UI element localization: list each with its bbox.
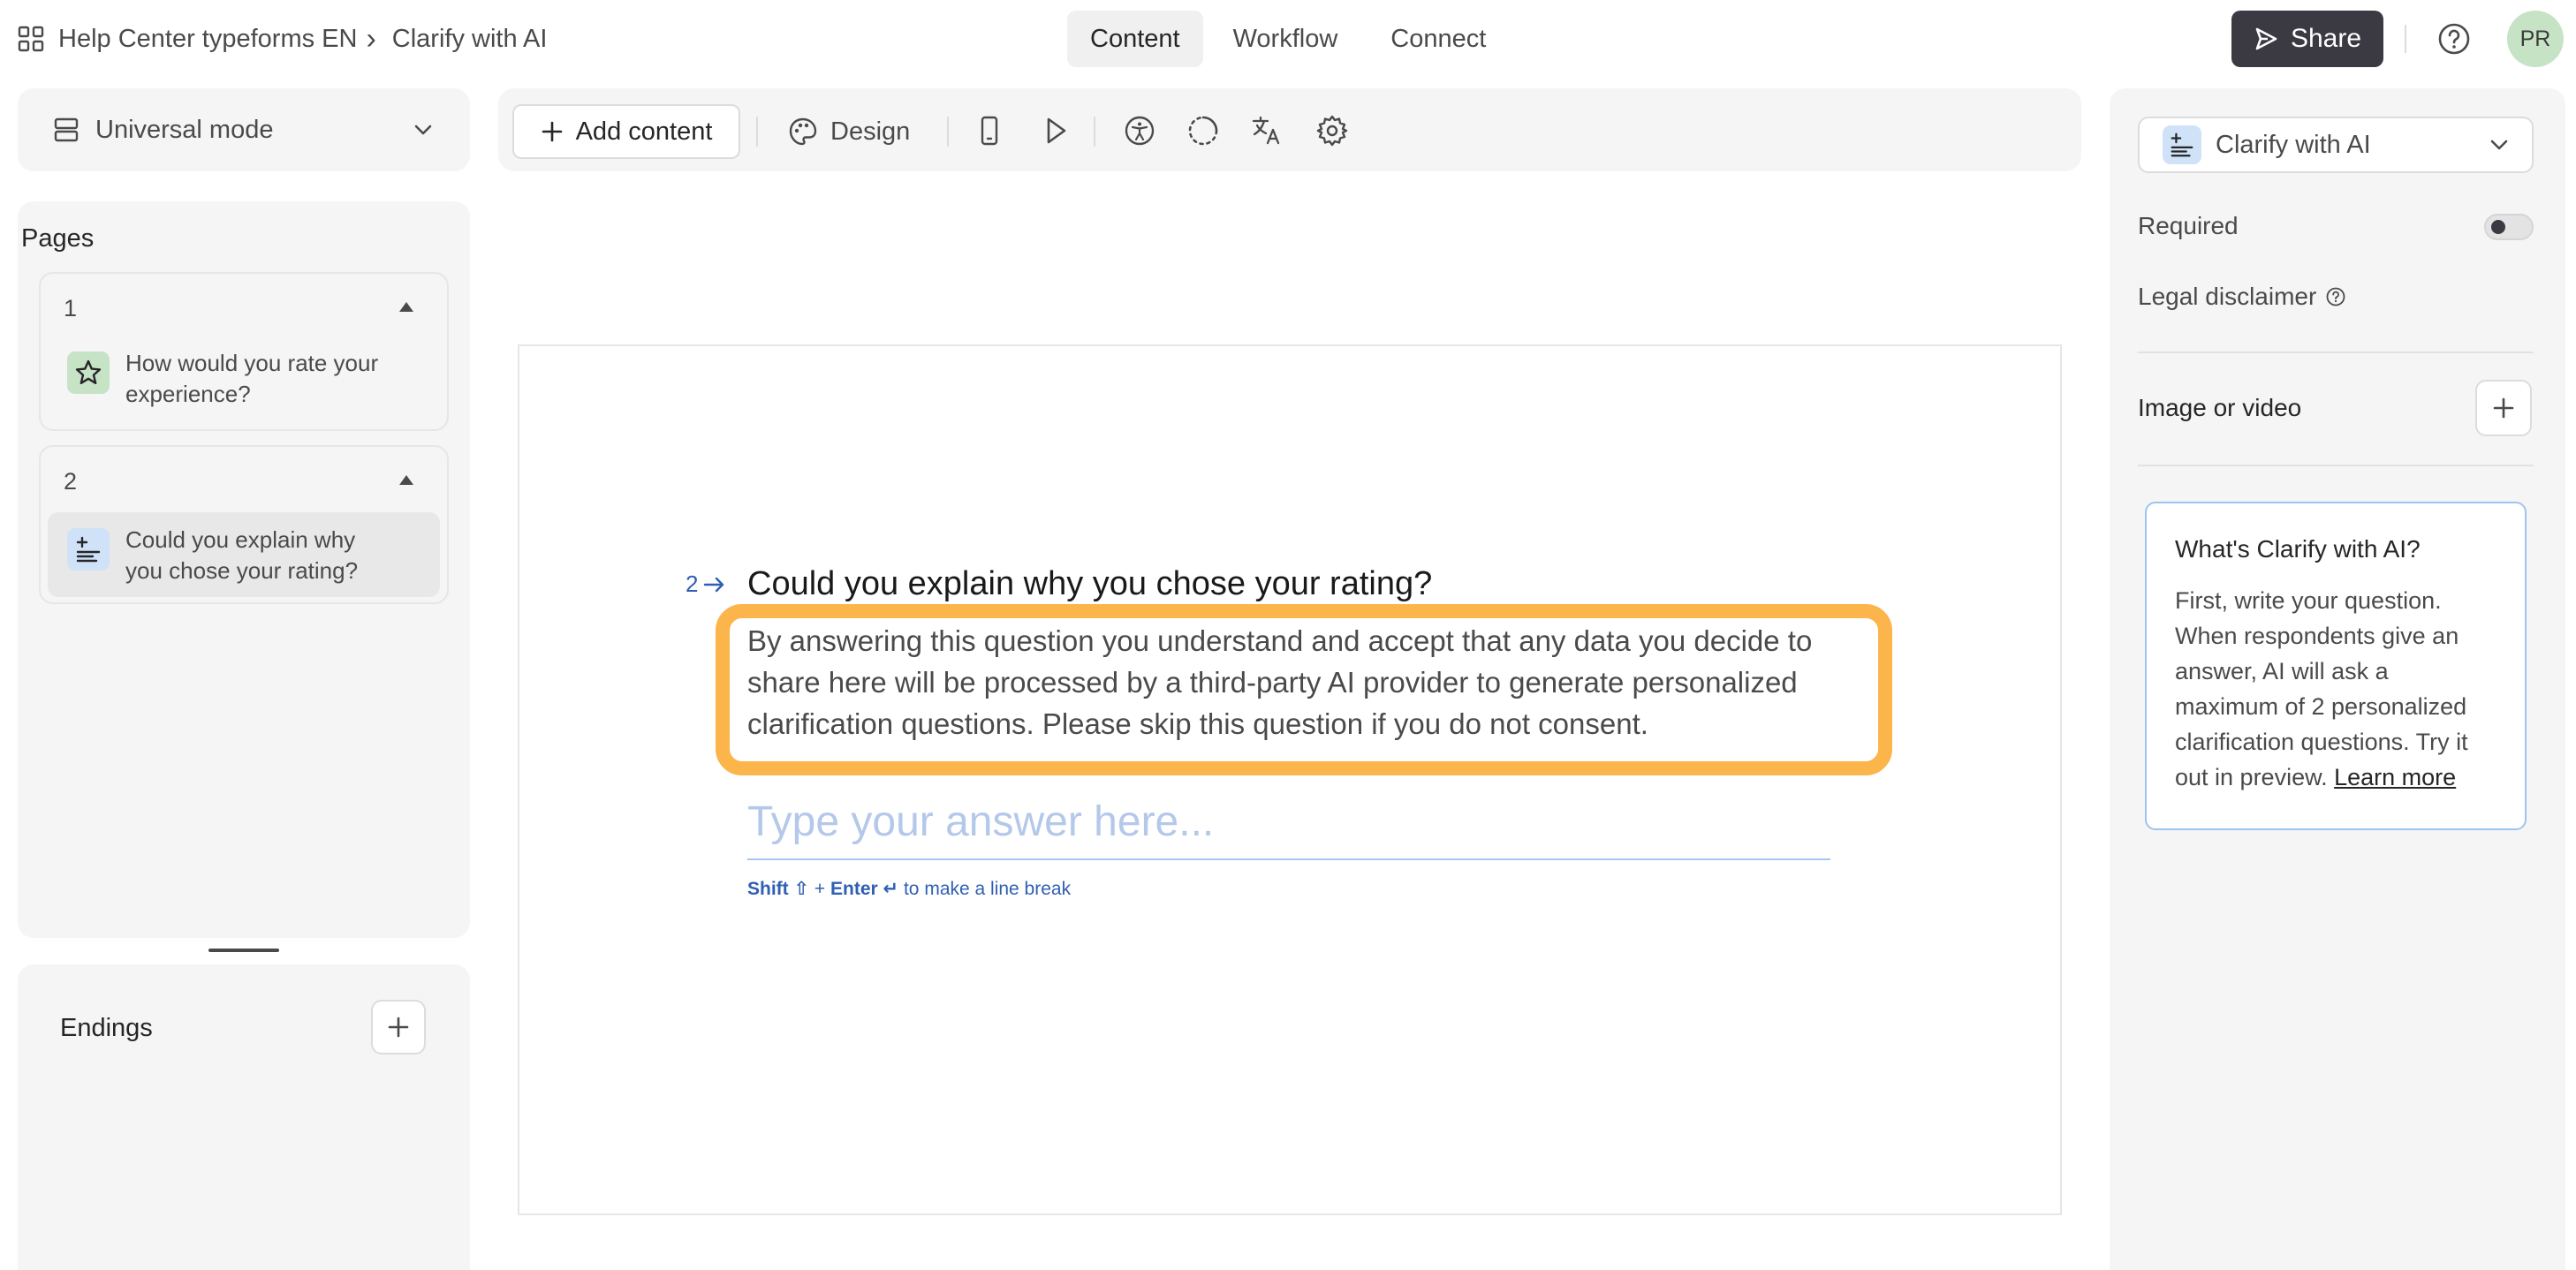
add-ending-button[interactable] — [371, 1000, 426, 1055]
info-help-icon[interactable] — [2325, 286, 2346, 307]
breadcrumb-separator: › — [366, 21, 376, 56]
header-divider — [2405, 25, 2406, 53]
ai-disclaimer-text: By answering this question you understan… — [747, 624, 1813, 740]
toggle-knob — [2491, 220, 2505, 234]
page-question-text: Could you explain why you chose your rat… — [125, 526, 359, 584]
avatar[interactable]: PR — [2507, 11, 2564, 67]
chevron-down-icon — [2488, 133, 2511, 156]
play-preview-icon[interactable] — [1037, 113, 1072, 148]
collapse-caret-icon[interactable] — [399, 475, 413, 485]
tab-workflow[interactable]: Workflow — [1210, 11, 1361, 67]
legal-disclaimer-row: Legal disclaimer — [2138, 283, 2346, 311]
collapse-caret-icon[interactable] — [399, 302, 413, 312]
breadcrumb-form[interactable]: Clarify with AI — [392, 25, 548, 54]
design-button[interactable]: Design — [788, 104, 910, 159]
send-icon — [2254, 26, 2278, 51]
apps-grid-icon[interactable] — [18, 26, 44, 52]
chevron-down-icon — [412, 118, 435, 141]
clarify-ai-info-box: What's Clarify with AI? First, write you… — [2145, 502, 2527, 830]
section-divider — [2138, 465, 2534, 466]
page-number: 1 — [64, 295, 78, 321]
plus-icon — [2491, 396, 2516, 420]
question-type-label: Clarify with AI — [2216, 130, 2371, 159]
breadcrumb-workspace[interactable]: Help Center typeforms EN — [58, 25, 357, 54]
endings-title: Endings — [60, 1014, 153, 1042]
legal-disclaimer-label: Legal disclaimer — [2138, 283, 2317, 310]
question-number: 2 — [686, 571, 726, 598]
image-video-label: Image or video — [2138, 394, 2302, 421]
loading-progress-icon[interactable] — [1186, 113, 1221, 148]
help-icon[interactable] — [2436, 21, 2472, 57]
page-question-text: How would you rate your experience? — [125, 350, 379, 407]
info-body-text: First, write your question. When respond… — [2175, 587, 2468, 790]
share-button[interactable]: Share — [2231, 11, 2383, 67]
add-content-label: Add content — [575, 117, 713, 146]
top-bar: Help Center typeforms EN › Clarify with … — [0, 0, 2576, 78]
question-title[interactable]: Could you explain why you chose your rat… — [747, 565, 1432, 603]
section-divider — [2138, 352, 2534, 353]
star-icon — [67, 352, 110, 394]
hint-enter-key: Enter ↵ — [830, 879, 899, 899]
required-label: Required — [2138, 212, 2239, 239]
line-break-hint: Shift ⇧ + Enter ↵ to make a line break — [747, 878, 1071, 900]
share-label: Share — [2290, 24, 2362, 53]
plus-icon — [386, 1015, 411, 1039]
hint-shift-key: Shift ⇧ — [747, 879, 810, 899]
form-canvas — [518, 344, 2062, 1215]
design-label: Design — [830, 117, 911, 146]
page-card-2[interactable]: 2 Could you explain why you chose your r… — [39, 445, 449, 604]
clarify-ai-icon — [2163, 125, 2201, 164]
info-body: First, write your question. When respond… — [2175, 583, 2498, 795]
mode-selector[interactable]: Universal mode — [18, 88, 470, 171]
required-toggle[interactable] — [2484, 214, 2534, 240]
tab-content[interactable]: Content — [1067, 11, 1203, 67]
page-question-item[interactable]: How would you rate your experience? — [48, 336, 440, 420]
layout-icon — [53, 117, 80, 143]
clarify-ai-icon — [67, 528, 110, 571]
page-number: 2 — [64, 468, 78, 495]
tab-connect[interactable]: Connect — [1368, 11, 1509, 67]
toolbar-divider — [756, 117, 758, 147]
answer-input[interactable]: Type your answer here... — [747, 791, 1830, 860]
question-number-value: 2 — [686, 571, 699, 597]
mobile-preview-icon[interactable] — [972, 113, 1007, 148]
add-content-button[interactable]: Add content — [512, 104, 740, 159]
pages-title: Pages — [21, 224, 95, 253]
arrow-right-icon — [703, 575, 726, 594]
palette-icon — [788, 117, 818, 147]
add-image-button[interactable] — [2475, 380, 2532, 436]
learn-more-link[interactable]: Learn more — [2334, 764, 2456, 790]
plus-icon — [541, 120, 564, 143]
page-question-item[interactable]: Could you explain why you chose your rat… — [48, 512, 440, 597]
toolbar-divider — [947, 117, 949, 147]
hint-text: to make a line break — [898, 879, 1072, 899]
page-card-1[interactable]: 1 How would you rate your experience? — [39, 272, 449, 431]
resize-handle[interactable] — [208, 949, 279, 952]
breadcrumb: Help Center typeforms EN › Clarify with … — [18, 0, 547, 78]
main-tabs: Content Workflow Connect — [1067, 11, 1509, 67]
answer-placeholder: Type your answer here... — [747, 798, 1215, 845]
question-type-dropdown[interactable]: Clarify with AI — [2138, 117, 2534, 173]
translate-icon[interactable] — [1249, 113, 1284, 148]
gear-icon[interactable] — [1315, 113, 1350, 148]
mode-label: Universal mode — [95, 115, 274, 144]
toolbar-divider — [1094, 117, 1095, 147]
accessibility-icon[interactable] — [1122, 113, 1157, 148]
info-title: What's Clarify with AI? — [2175, 535, 2421, 563]
hint-plus: + — [809, 879, 831, 899]
